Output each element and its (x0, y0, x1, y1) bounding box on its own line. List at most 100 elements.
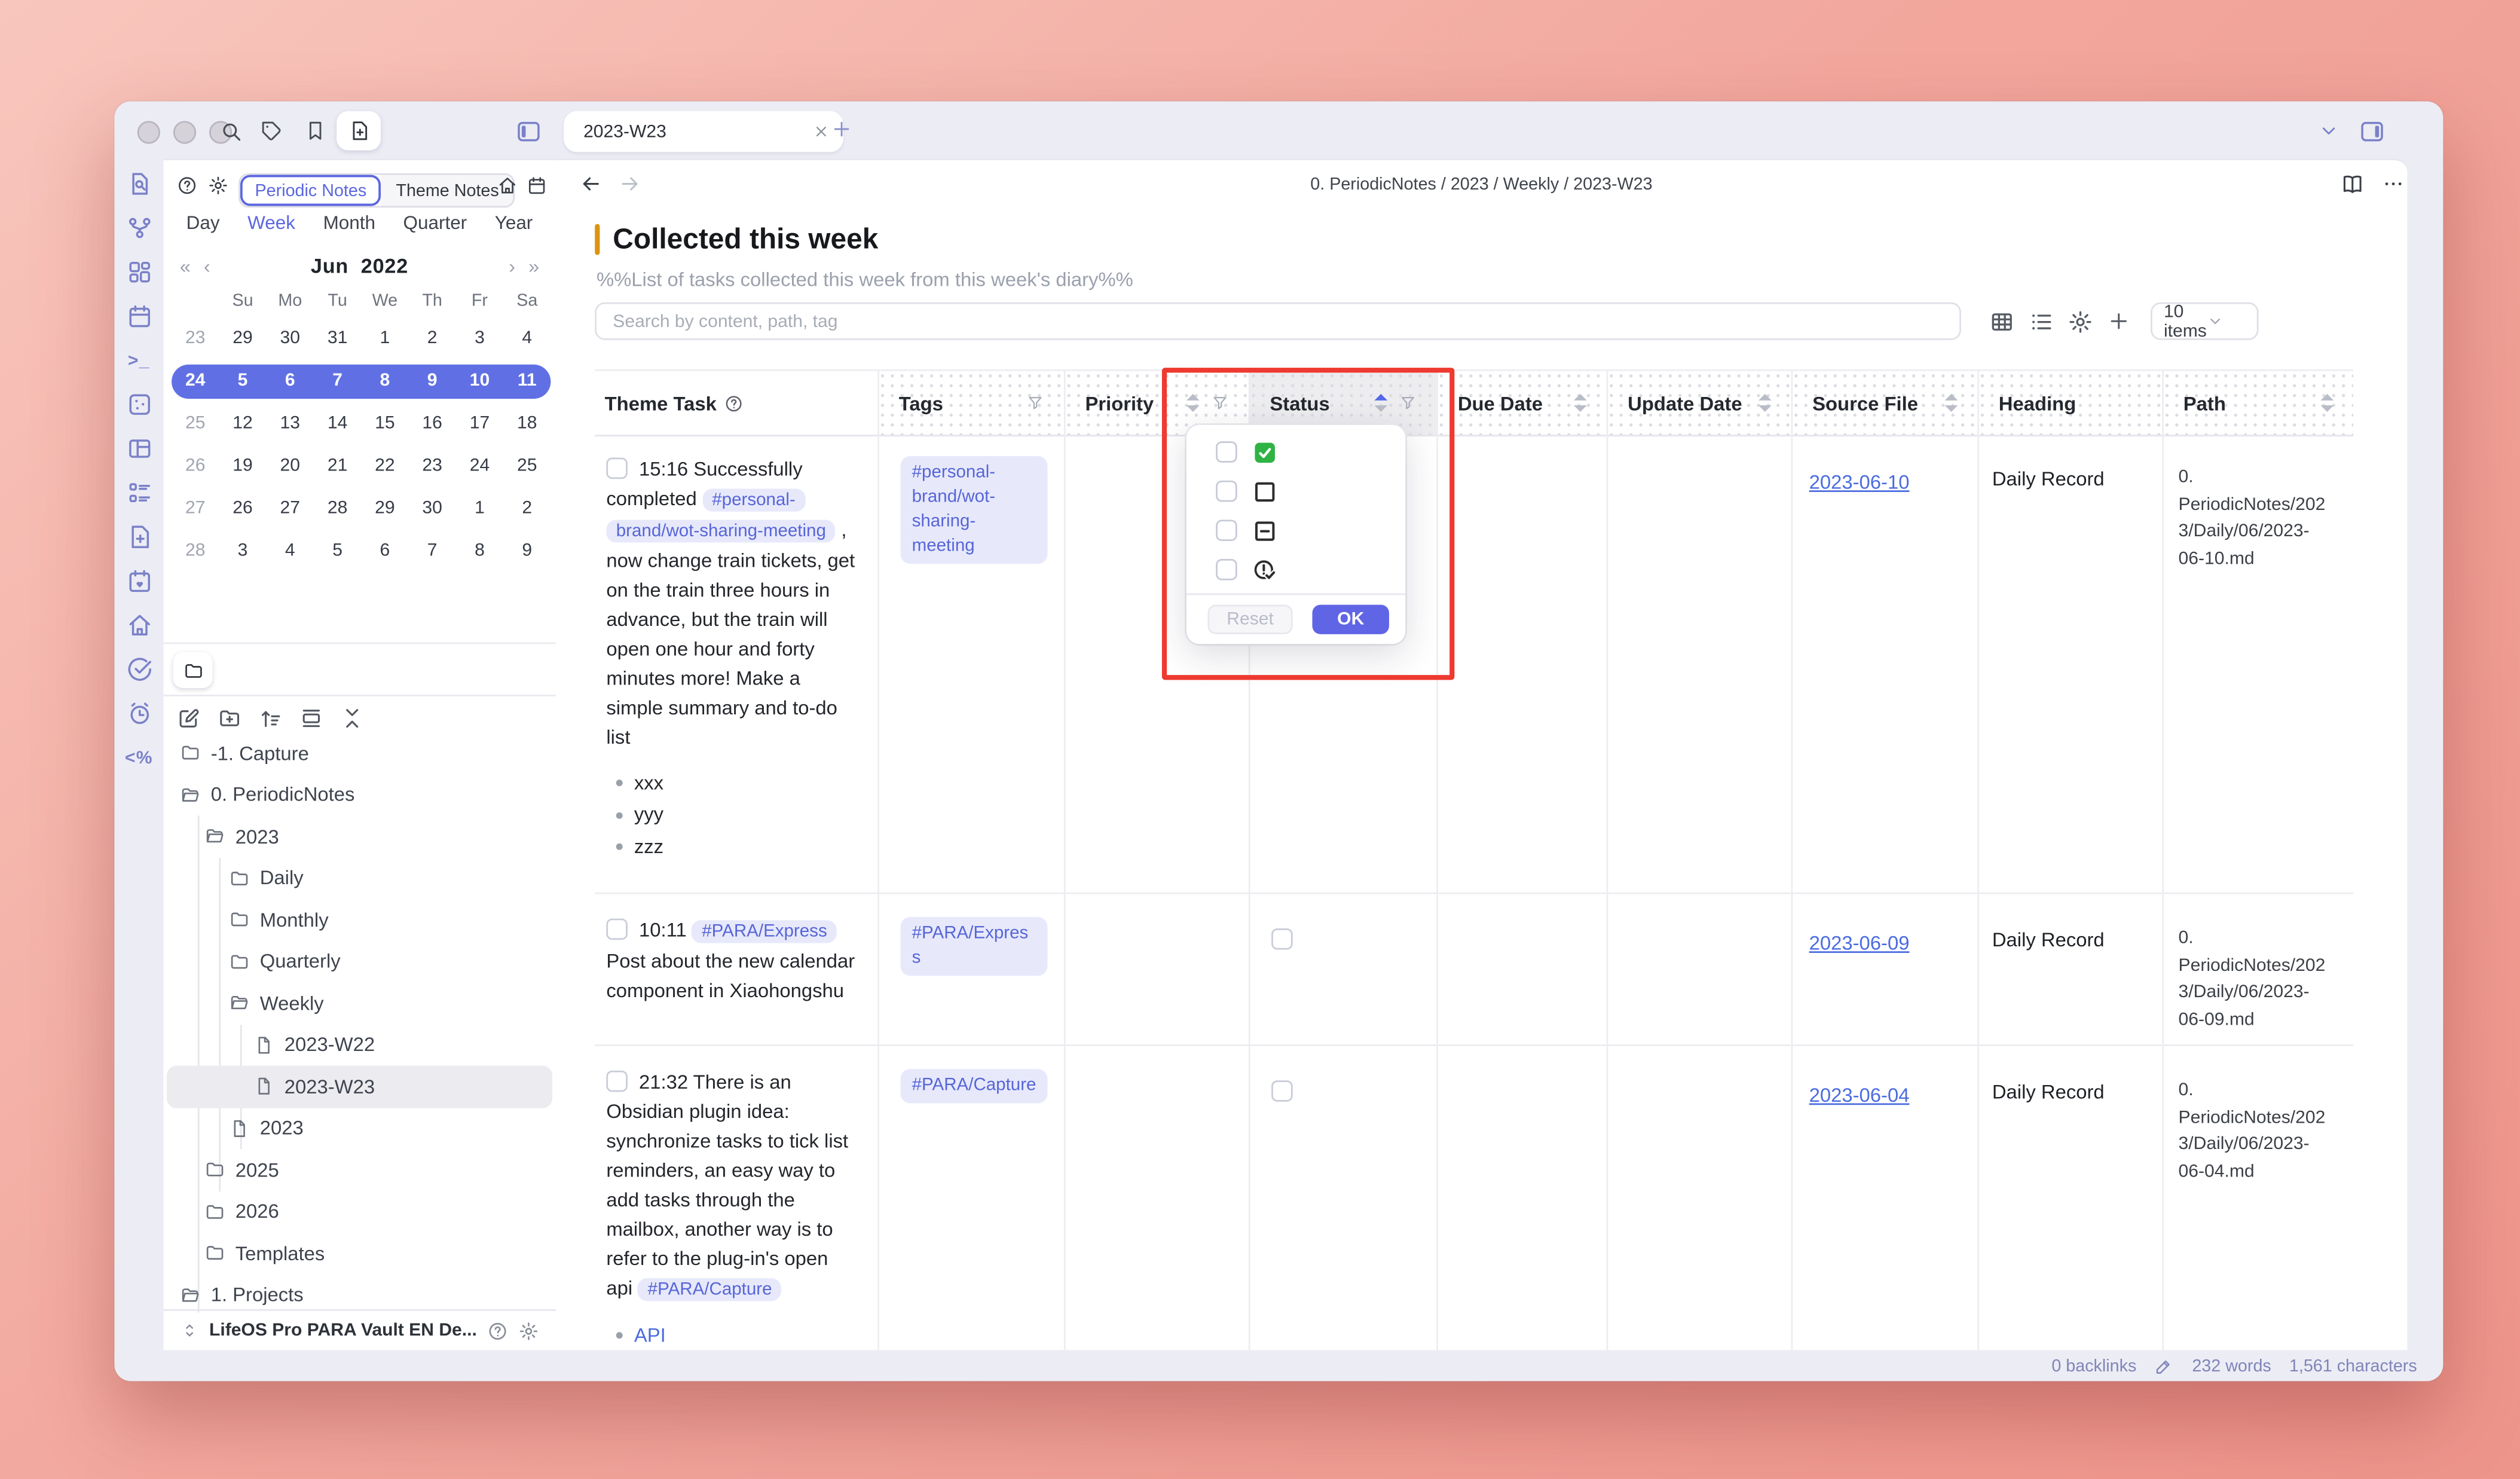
cell-update-date[interactable] (1607, 433, 1791, 893)
calendar-day[interactable]: 3 (219, 541, 266, 561)
tree-item-monthly[interactable]: Monthly (167, 899, 552, 941)
tree-item-templates[interactable]: Templates (167, 1233, 552, 1275)
calendar-week-26[interactable]: 2619202122232425 (172, 445, 551, 487)
cell-due-date[interactable] (1436, 894, 1606, 1045)
calendar-week-27[interactable]: 27262728293012 (172, 487, 551, 530)
new-note-button[interactable] (176, 701, 201, 734)
task-checkbox[interactable] (606, 1071, 628, 1092)
option-checkbox[interactable] (1216, 520, 1237, 541)
sort-toggle[interactable] (2320, 395, 2334, 412)
bullet-link[interactable]: API (606, 1319, 858, 1350)
calendar-day[interactable]: 21 (314, 456, 361, 476)
help-icon[interactable] (725, 393, 745, 413)
tree-item-2026[interactable]: 2026 (167, 1191, 552, 1233)
calendar-day[interactable]: 30 (409, 499, 456, 518)
cell-due-date[interactable] (1436, 433, 1606, 893)
ribbon-blocks-button[interactable] (123, 258, 155, 286)
tab-close-icon[interactable] (812, 123, 830, 140)
tree-item-1-projects[interactable]: 1. Projects (167, 1274, 552, 1312)
table-settings-button[interactable] (2066, 307, 2093, 335)
backlinks-count[interactable]: 0 backlinks (2051, 1356, 2136, 1376)
sort-toggle[interactable] (1759, 395, 1772, 412)
sort-toggle[interactable] (1374, 395, 1387, 412)
calendar-day[interactable]: 9 (503, 541, 551, 561)
calendar-week-25[interactable]: 2512131415161718 (172, 402, 551, 445)
calendar-day[interactable]: 23 (409, 456, 456, 476)
calendar-day[interactable]: 19 (219, 456, 266, 476)
tree-item-2023[interactable]: 2023 (167, 815, 552, 857)
calendar-day[interactable]: 1 (456, 499, 503, 518)
calendar-day[interactable]: 28 (314, 499, 361, 518)
tree-item-0-periodicnotes[interactable]: 0. PeriodicNotes (167, 774, 552, 816)
status-option-done[interactable] (1216, 438, 1278, 466)
period-tab-quarter[interactable]: Quarter (403, 214, 467, 243)
period-tab-day[interactable]: Day (186, 214, 220, 243)
source-file-link[interactable]: 2023-06-09 (1809, 931, 1910, 954)
minimize-window-button[interactable] (173, 120, 196, 143)
column-header-due-date[interactable]: Due Date (1436, 371, 1606, 435)
ribbon-alarm-clock-button[interactable] (123, 699, 155, 727)
calendar-day[interactable]: 15 (361, 414, 408, 433)
forward-button[interactable] (617, 172, 642, 196)
ok-button[interactable]: OK (1312, 605, 1389, 634)
calendar-day[interactable]: 4 (503, 329, 551, 349)
calendar-day[interactable]: 5 (219, 371, 266, 391)
calendar-button[interactable] (526, 175, 548, 197)
calendar-day[interactable]: 4 (267, 541, 314, 561)
calendar-week-24[interactable]: 24567891011 (172, 363, 551, 398)
cell-theme-task[interactable]: 21:32 There is an Obsidian plugin idea: … (595, 1046, 877, 1350)
prev-year-button[interactable]: « (173, 254, 197, 277)
ribbon-graph-button[interactable] (123, 214, 155, 242)
sort-order-button[interactable] (258, 701, 283, 734)
ribbon-layout-button[interactable] (123, 435, 155, 462)
close-window-button[interactable] (137, 120, 160, 143)
tree-item-daily[interactable]: Daily (167, 857, 552, 899)
ribbon-file-search-button[interactable] (123, 170, 155, 197)
calendar-day[interactable]: 30 (267, 329, 314, 349)
bookmarks-button[interactable] (301, 116, 330, 145)
calendar-day[interactable]: 6 (361, 541, 408, 561)
vault-help-icon[interactable] (487, 1320, 509, 1342)
back-button[interactable] (579, 172, 603, 196)
calendar-day[interactable]: 20 (267, 456, 314, 476)
calendar-day[interactable]: 8 (456, 541, 503, 561)
ribbon-dice-button[interactable] (123, 390, 155, 418)
filter-icon[interactable] (1399, 394, 1417, 412)
left-sidebar-toggle[interactable] (513, 116, 543, 145)
calendar-day[interactable]: 25 (503, 456, 551, 476)
column-header-source-file[interactable]: Source File (1791, 371, 1978, 435)
option-checkbox[interactable] (1216, 481, 1237, 502)
cell-update-date[interactable] (1607, 1046, 1791, 1350)
calendar-settings-button[interactable] (207, 175, 229, 197)
help-button[interactable] (176, 175, 198, 197)
status-option-overdue[interactable] (1216, 556, 1278, 583)
inline-tag[interactable]: #personal-brand/wot-sharing-meeting (606, 488, 836, 542)
task-checkbox[interactable] (606, 458, 628, 479)
next-month-button[interactable]: › (502, 254, 522, 277)
status-todo-icon[interactable] (1271, 928, 1293, 950)
calendar-day[interactable]: 3 (456, 329, 503, 349)
calendar-day[interactable]: 31 (314, 329, 361, 349)
option-checkbox[interactable] (1216, 441, 1237, 463)
filter-icon[interactable] (1211, 394, 1229, 412)
calendar-week-23[interactable]: 232930311234 (172, 317, 551, 359)
tab-theme-notes[interactable]: Theme Notes (381, 175, 514, 206)
tab-periodic-notes[interactable]: Periodic Notes (240, 175, 381, 206)
ribbon-list-blocks-button[interactable] (123, 479, 155, 506)
quick-search-button[interactable] (216, 116, 245, 145)
ribbon-file-plus-button[interactable] (123, 523, 155, 551)
tag-pill[interactable]: #PARA/Express (900, 917, 1047, 976)
status-todo-icon[interactable] (1271, 1080, 1293, 1102)
list-view-button[interactable] (2026, 307, 2054, 335)
calendar-day[interactable]: 11 (503, 371, 551, 391)
calendar-week-28[interactable]: 283456789 (172, 530, 551, 572)
period-tab-week[interactable]: Week (247, 214, 295, 243)
source-file-link[interactable]: 2023-06-04 (1809, 1084, 1910, 1107)
reset-button[interactable]: Reset (1208, 605, 1293, 634)
calendar-day[interactable]: 2 (409, 329, 456, 349)
option-checkbox[interactable] (1216, 559, 1237, 580)
status-option-todo[interactable] (1216, 477, 1278, 505)
ribbon-terminal-button[interactable]: >_ (123, 347, 155, 374)
tree-item-1-capture[interactable]: -1. Capture (167, 732, 552, 774)
new-note-tab-button[interactable] (337, 111, 381, 151)
